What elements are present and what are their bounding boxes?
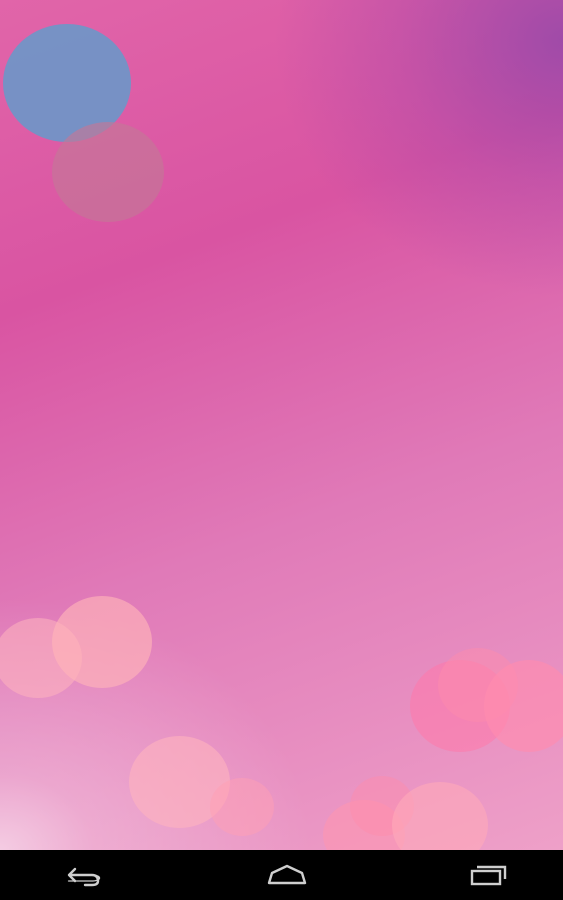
back-arrow-icon [67,867,101,887]
device-screen [0,0,563,900]
bokeh-circle [484,660,563,752]
bokeh-circle [52,596,152,688]
bokeh-circle-mauve [52,122,164,222]
home-wallpaper[interactable] [0,0,563,850]
home-icon [267,864,306,885]
bokeh-circle [210,778,274,836]
recent-apps-button[interactable] [433,850,543,900]
home-button[interactable] [232,850,342,900]
back-button[interactable] [30,850,140,900]
navigation-bar [0,850,563,900]
recent-apps-icon [470,865,507,886]
